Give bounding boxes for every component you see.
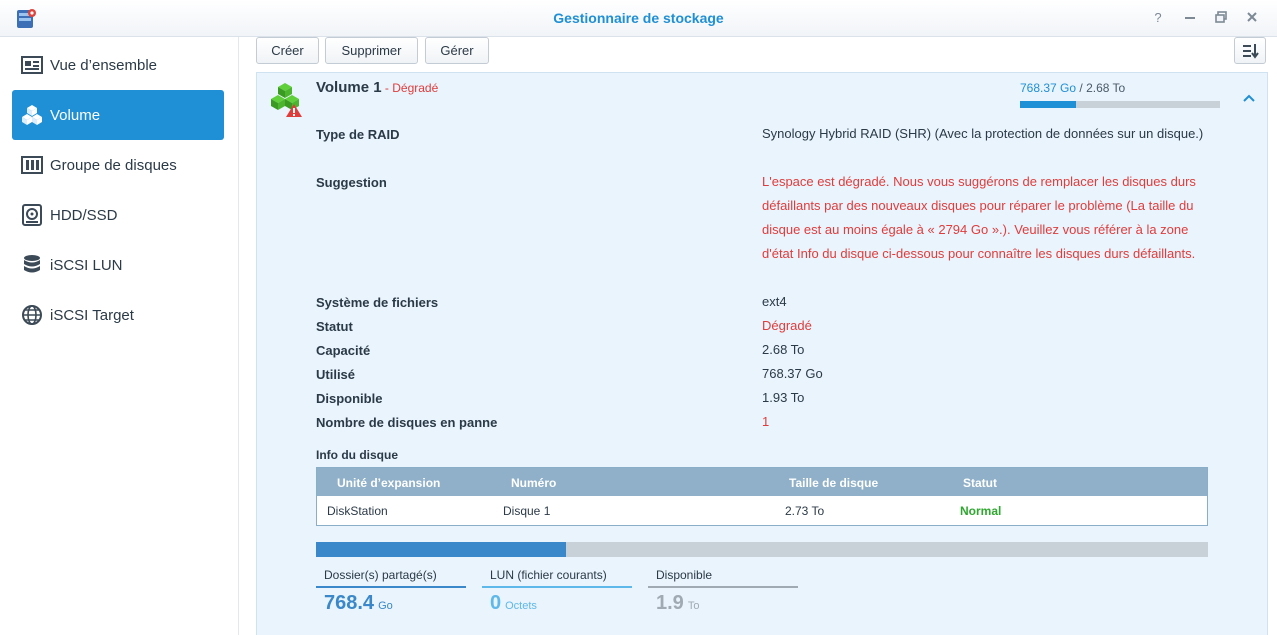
sidebar-item-label: iSCSI Target [50,306,134,324]
overview-icon [20,53,44,77]
volume-cubes-icon [20,103,44,127]
sidebar: Vue d’ensemble Volume Groupe de disques … [0,37,239,635]
column-header-number[interactable]: Numéro [511,476,556,490]
restore-icon[interactable] [1213,10,1229,26]
stat-label: LUN (fichier courants) [490,568,607,582]
stat-value: 1.9 To [656,592,700,614]
prop-label-raid-type: Type de RAID [316,127,400,142]
prop-label-available: Disponible [316,391,383,406]
delete-button[interactable]: Supprimer [325,37,418,64]
sidebar-item-label: HDD/SSD [50,206,118,224]
window-titlebar: Gestionnaire de stockage ? [0,0,1277,37]
usage-total: 2.68 To [1086,81,1126,95]
chevron-up-icon[interactable] [1240,90,1258,108]
sidebar-item-volume[interactable]: Volume [12,90,224,140]
sidebar-item-label: iSCSI LUN [50,256,123,274]
help-icon[interactable]: ? [1150,10,1166,26]
database-icon [20,253,44,277]
prop-label-failed-disks: Nombre de disques en panne [316,415,498,430]
prop-value-filesystem: ext4 [762,294,787,309]
prop-value-capacity: 2.68 To [762,342,805,357]
prop-value-used: 768.37 Go [762,366,823,381]
window-title: Gestionnaire de stockage [553,10,724,26]
prop-label-filesystem: Système de fichiers [316,295,439,310]
sidebar-item-disk-group[interactable]: Groupe de disques [12,140,224,190]
usage-used: 768.37 Go [1020,81,1077,95]
create-button[interactable]: Créer [256,37,319,64]
prop-label-status: Statut [316,319,353,334]
column-header-expansion-unit[interactable]: Unité d’expansion [337,476,440,490]
sidebar-item-hdd-ssd[interactable]: HDD/SSD [12,190,224,240]
sort-icon [1243,44,1259,59]
minimize-icon[interactable] [1182,10,1198,26]
stat-underline [482,586,632,588]
hdd-icon [20,203,44,227]
sidebar-item-label: Vue d’ensemble [50,56,158,74]
disk-group-icon [20,153,44,177]
prop-value-failed-disks: 1 [762,414,770,429]
sort-button[interactable] [1234,37,1266,64]
table-header: Unité d’expansion Numéro Taille de disqu… [317,468,1207,496]
disk-info-title: Info du disque [316,448,398,462]
sidebar-item-iscsi-target[interactable]: iSCSI Target [12,290,224,340]
cell-disk-size: 2.73 To [785,504,825,518]
stat-underline [648,586,798,588]
prop-label-suggestion: Suggestion [316,175,387,190]
sidebar-item-label: Volume [50,106,101,124]
cell-status: Normal [960,504,1002,518]
globe-icon [20,303,44,327]
prop-label-capacity: Capacité [316,343,371,358]
cell-number: Disque 1 [503,504,551,518]
allocation-bar [316,542,1208,557]
stat-available: Disponible 1.9 To [648,560,798,620]
volume-separator: - [381,81,393,95]
column-header-disk-size[interactable]: Taille de disque [789,476,878,490]
stat-underline [316,586,466,588]
stat-label: Dossier(s) partagé(s) [324,568,437,582]
volume-name: Volume 1 [316,79,382,96]
volume-usage-fill [1020,101,1076,108]
sidebar-item-label: Groupe de disques [50,156,177,174]
stat-value: 768.4 Go [324,592,393,614]
cell-expansion-unit: DiskStation [327,504,388,518]
close-icon[interactable] [1244,10,1260,26]
stat-shared-folders: Dossier(s) partagé(s) 768.4 Go [316,560,466,620]
usage-separator: / [1076,81,1087,95]
sidebar-item-iscsi-lun[interactable]: iSCSI LUN [12,240,224,290]
prop-value-raid-type: Synology Hybrid RAID (SHR) (Avec la prot… [762,126,1204,141]
volume-usage-bar [1020,101,1220,108]
stat-label: Disponible [656,568,713,582]
volume-status: Dégradé [392,81,439,95]
volume-usage-text: 768.37 Go / 2.68 To [1020,81,1125,95]
allocation-bar-fill [316,542,566,557]
stat-value: 0 Octets [490,592,537,614]
prop-label-used: Utilisé [316,367,356,382]
column-header-status[interactable]: Statut [963,476,997,490]
prop-value-available: 1.93 To [762,390,805,405]
prop-value-status: Dégradé [762,318,812,333]
volume-degraded-icon [271,83,302,117]
disk-info-table: Unité d’expansion Numéro Taille de disqu… [316,467,1208,526]
volume-title: Volume 1 - Dégradé [316,79,438,96]
manage-button[interactable]: Gérer [425,37,489,64]
stat-lun: LUN (fichier courants) 0 Octets [482,560,632,620]
sidebar-item-overview[interactable]: Vue d’ensemble [12,40,224,90]
prop-value-suggestion: L'espace est dégradé. Nous vous suggéron… [762,174,1196,261]
